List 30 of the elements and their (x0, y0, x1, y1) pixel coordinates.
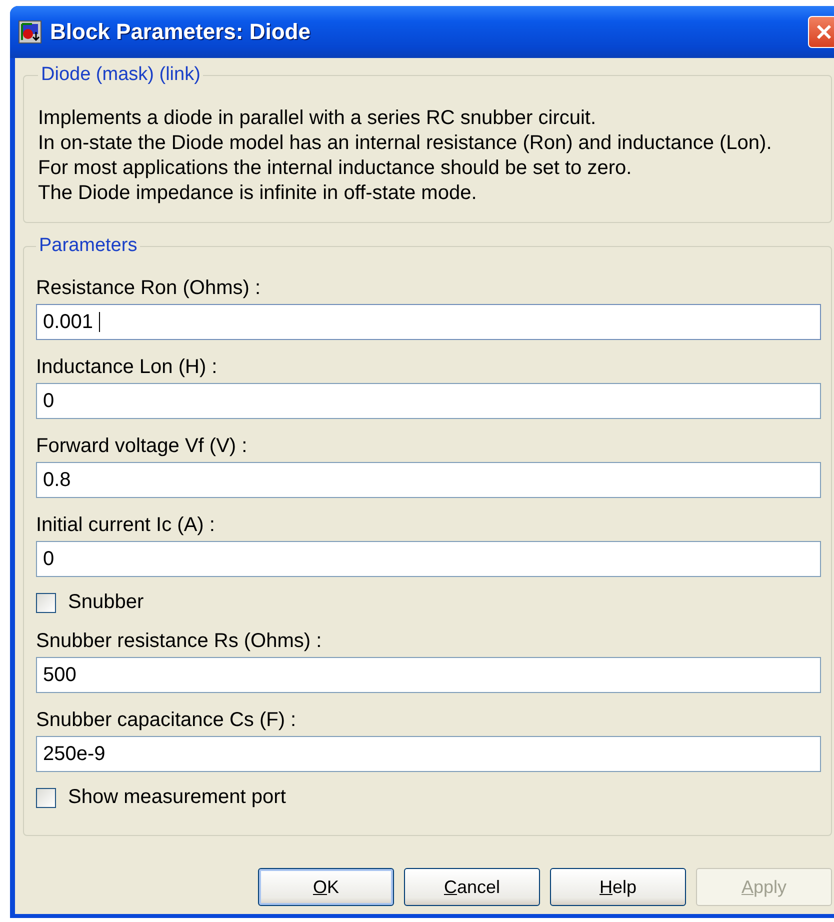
description-text: For most applications the internal inductance should be set to zero. (38, 156, 633, 181)
group-title: Diode (mask) (link) (40, 64, 202, 86)
input-field[interactable]: 0 (36, 383, 821, 419)
field-label: Inductance Lon (H) : (36, 355, 218, 379)
input-field[interactable]: 0.001 (36, 304, 821, 340)
input-field[interactable]: 0 (36, 541, 821, 577)
block-diagram-icon (18, 20, 42, 44)
button[interactable]: Cancel (404, 868, 540, 906)
field-label: Snubber capacitance Cs (F) : (36, 708, 298, 732)
field-label: Forward voltage Vf (V) : (36, 434, 248, 458)
checkbox[interactable] (36, 592, 56, 612)
field-label: Resistance Ron (Ohms) : (36, 276, 262, 300)
checkbox-label[interactable]: Snubber (68, 591, 144, 614)
close-button[interactable] (808, 16, 834, 48)
text-cursor (99, 312, 100, 332)
window-title: Block Parameters: Diode (50, 19, 310, 45)
description-text: The Diode impedance is infinite in off-state mode. (38, 181, 478, 206)
field-label: Initial current Ic (A) : (36, 513, 216, 537)
input-field[interactable]: 500 (36, 657, 821, 693)
description-text: In on-state the Diode model has an internal resistance (Ron) and inductance (Lon). (38, 131, 773, 156)
field-label: Snubber resistance Rs (Ohms) : (36, 629, 323, 653)
input-field[interactable]: 0.8 (36, 462, 821, 498)
button[interactable]: Help (550, 868, 686, 906)
input-field[interactable]: 250e-9 (36, 736, 821, 772)
description-text: Implements a diode in parallel with a series RC snubber circuit. (38, 106, 598, 131)
close-icon (815, 23, 833, 41)
group-title: Parameters (38, 235, 138, 257)
checkbox-label[interactable]: Show measurement port (68, 786, 286, 809)
button[interactable]: OK (258, 868, 394, 906)
checkbox[interactable] (36, 788, 56, 808)
